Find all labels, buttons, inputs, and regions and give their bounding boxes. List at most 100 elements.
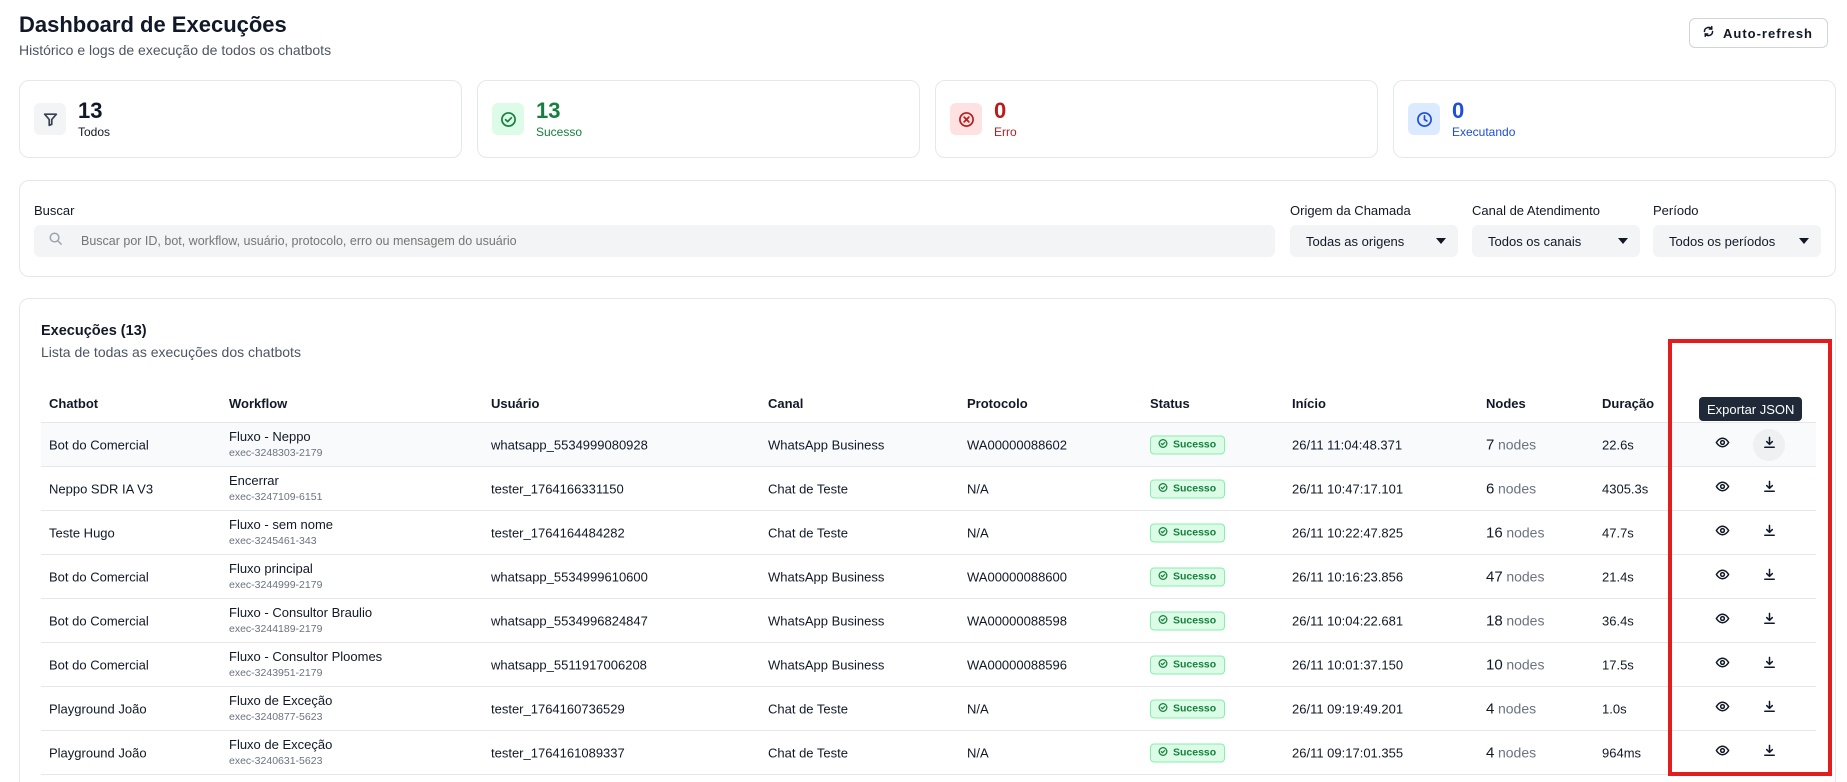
channel-select-value: Todos os canais: [1488, 233, 1582, 249]
status-badge-label: Sucesso: [1173, 526, 1217, 539]
cell-canal: Chat de Teste: [768, 745, 848, 760]
col-workflow[interactable]: Workflow: [229, 396, 287, 411]
period-select[interactable]: Todos os períodos: [1653, 225, 1821, 257]
cell-workflow: Fluxo - Consultor Braulio: [229, 605, 373, 620]
cell-nodes: 10 nodes: [1486, 656, 1544, 673]
status-badge: Sucesso: [1150, 523, 1226, 542]
chevron-down-icon: [1799, 238, 1809, 244]
stat-card-sucesso[interactable]: 13 Sucesso: [477, 80, 920, 158]
check-circle-icon: [492, 103, 524, 135]
search-box[interactable]: [34, 225, 1275, 257]
status-badge-label: Sucesso: [1173, 438, 1217, 451]
origin-select[interactable]: Todas as origens: [1290, 225, 1458, 257]
cell-workflow: Fluxo principal: [229, 561, 313, 576]
channel-select[interactable]: Todos os canais: [1472, 225, 1640, 257]
filters-panel: Buscar Origem da Chamada Todas as origen…: [19, 180, 1836, 277]
auto-refresh-button[interactable]: Auto-refresh: [1688, 18, 1828, 48]
cell-nodes: 47 nodes: [1486, 568, 1544, 585]
stat-card-erro[interactable]: 0 Erro: [935, 80, 1378, 158]
cell-canal: Chat de Teste: [768, 525, 848, 540]
check-circle-icon: [1158, 702, 1168, 715]
status-badge-label: Sucesso: [1173, 702, 1217, 715]
col-usuario[interactable]: Usuário: [491, 396, 539, 411]
cell-protocolo: N/A: [967, 745, 989, 760]
table-row[interactable]: Playground João Fluxo de Exceção exec-3240…: [41, 731, 1816, 775]
cell-duracao: 47.7s: [1602, 525, 1634, 540]
status-badge: Sucesso: [1150, 743, 1226, 762]
cell-usuario: tester_1764164484282: [491, 525, 625, 540]
nodes-count: 4: [1486, 744, 1495, 761]
cell-exec-id: exec-3243951-2179: [229, 667, 323, 679]
nodes-count: 18: [1486, 612, 1503, 629]
nodes-count: 16: [1486, 524, 1503, 541]
search-input[interactable]: [81, 234, 1181, 248]
cell-canal: Chat de Teste: [768, 701, 848, 716]
check-circle-icon: [1158, 526, 1168, 539]
table-row[interactable]: Neppo SDR IA V3 Encerrar exec-3247109-6151…: [41, 467, 1816, 511]
check-circle-icon: [1158, 658, 1168, 671]
cell-protocolo: WA00000088600: [967, 569, 1067, 584]
nodes-suffix: nodes: [1506, 524, 1545, 540]
search-label: Buscar: [34, 203, 75, 218]
chevron-down-icon: [1436, 238, 1446, 244]
status-badge: Sucesso: [1150, 435, 1226, 454]
cell-inicio: 26/11 11:04:48.371: [1292, 437, 1403, 452]
executions-card: Execuções (13) Lista de todas as execuçõ…: [19, 298, 1836, 782]
status-badge-label: Sucesso: [1173, 570, 1217, 583]
cell-inicio: 26/11 10:04:22.681: [1292, 613, 1404, 628]
cell-exec-id: exec-3244999-2179: [229, 579, 323, 591]
nodes-suffix: nodes: [1497, 700, 1537, 716]
col-duracao[interactable]: Duração: [1602, 396, 1654, 411]
check-circle-icon: [1158, 438, 1168, 451]
cell-exec-id: exec-3245461-343: [229, 535, 317, 547]
cell-inicio: 26/11 10:01:37.150: [1292, 657, 1404, 672]
col-protocolo[interactable]: Protocolo: [967, 396, 1028, 411]
cell-usuario: whatsapp_5534999610600: [491, 569, 648, 584]
cell-protocolo: N/A: [967, 701, 989, 716]
cell-usuario: tester_1764166331150: [491, 481, 624, 496]
col-status[interactable]: Status: [1150, 396, 1190, 411]
cell-protocolo: WA00000088602: [967, 437, 1067, 452]
cell-duracao: 22.6s: [1602, 437, 1634, 452]
cell-duracao: 17.5s: [1602, 657, 1634, 672]
table-header: Chatbot Workflow Usuário Canal Protocolo…: [41, 383, 1816, 423]
cell-usuario: whatsapp_5534999080928: [491, 437, 648, 452]
stat-card-executando[interactable]: 0 Executando: [1393, 80, 1836, 158]
x-circle-icon: [950, 103, 982, 135]
nodes-suffix: nodes: [1497, 744, 1537, 760]
col-canal[interactable]: Canal: [768, 396, 803, 411]
status-badge: Sucesso: [1150, 699, 1226, 718]
cell-canal: WhatsApp Business: [768, 657, 885, 672]
table-row[interactable]: Teste Hugo Fluxo - sem nome exec-3245461-3…: [41, 511, 1816, 555]
col-nodes[interactable]: Nodes: [1486, 396, 1526, 411]
page-subtitle: Histórico e logs de execução de todos os…: [19, 42, 332, 58]
nodes-count: 7: [1486, 436, 1495, 453]
table-row[interactable]: Bot do Comercial Fluxo - Neppo exec-324830…: [41, 423, 1816, 467]
table-row[interactable]: Playground João Fluxo de Exceção exec-3240…: [41, 687, 1816, 731]
cell-chatbot: Playground João: [49, 745, 147, 760]
stat-label: Todos: [78, 125, 111, 139]
stat-value: 0: [994, 98, 1007, 123]
origin-select-value: Todas as origens: [1306, 233, 1405, 249]
table-row[interactable]: Bot do Comercial Fluxo - Consultor Brauli…: [41, 599, 1816, 643]
cell-duracao: 21.4s: [1602, 569, 1634, 584]
col-inicio[interactable]: Início: [1292, 396, 1326, 411]
cell-canal: WhatsApp Business: [768, 613, 885, 628]
nodes-suffix: nodes: [1506, 568, 1545, 584]
cell-exec-id: exec-3244189-2179: [229, 623, 323, 635]
cell-canal: WhatsApp Business: [768, 437, 885, 452]
table-row[interactable]: Bot do Comercial Fluxo - Consultor Ploome…: [41, 643, 1816, 687]
cell-chatbot: Bot do Comercial: [49, 613, 149, 628]
stat-card-todos[interactable]: 13 Todos: [19, 80, 462, 158]
cell-inicio: 26/11 10:16:23.856: [1292, 569, 1404, 584]
nodes-suffix: nodes: [1497, 436, 1537, 452]
cell-protocolo: WA00000088598: [967, 613, 1067, 628]
table-row[interactable]: Bot do Comercial Fluxo principal exec-3244…: [41, 555, 1816, 599]
auto-refresh-label: Auto-refresh: [1722, 25, 1813, 41]
col-chatbot[interactable]: Chatbot: [49, 396, 98, 411]
cell-chatbot: Bot do Comercial: [49, 657, 149, 672]
chevron-down-icon: [1618, 238, 1628, 244]
nodes-count: 4: [1486, 700, 1495, 717]
period-label: Período: [1653, 203, 1699, 218]
refresh-icon: [1702, 25, 1715, 41]
